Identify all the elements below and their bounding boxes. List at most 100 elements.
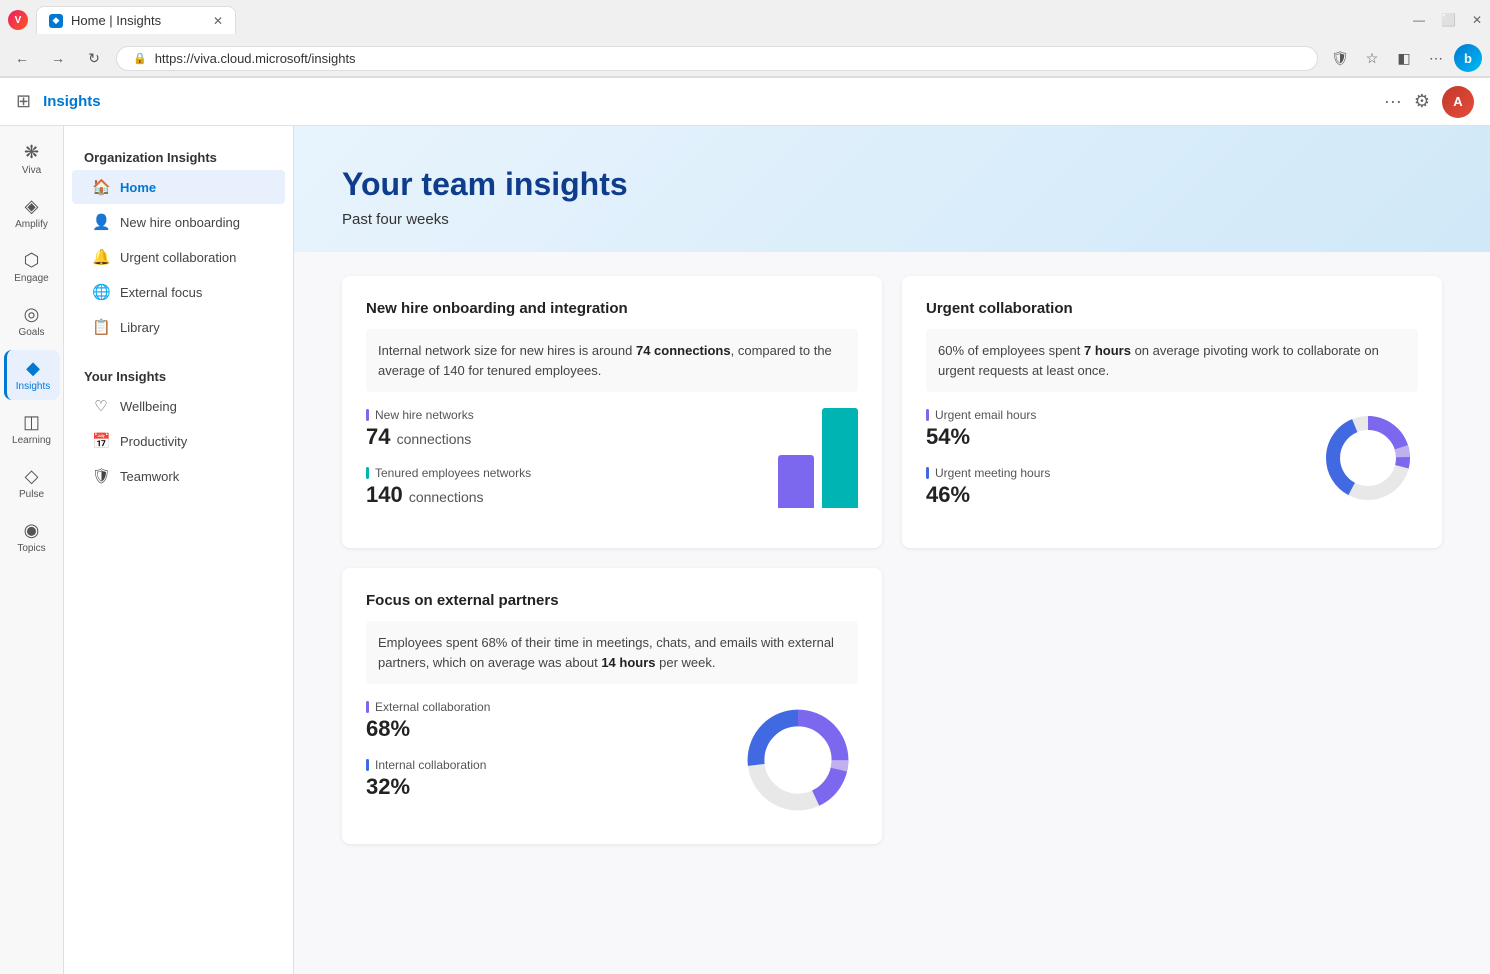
tab-close-btn[interactable]: ✕	[213, 14, 223, 28]
amplify-icon: ◈	[25, 196, 39, 217]
external-collab-label: External collaboration	[366, 700, 698, 714]
sidebar-item-wellbeing[interactable]: ♡ Wellbeing	[72, 389, 285, 423]
minimize-btn[interactable]: —	[1413, 13, 1425, 27]
urgent-collab-card: Urgent collaboration 60% of employees sp…	[902, 276, 1442, 548]
sidebar-divider	[64, 345, 293, 361]
new-hire-metric-1: New hire networks 74 connections	[366, 408, 738, 450]
app-header: ⊞ Insights ··· ⚙ A	[0, 78, 1490, 126]
teamwork-icon: 🛡	[92, 467, 110, 485]
external-focus-icon: 🌐	[92, 283, 110, 301]
sidebar-item-urgent-collab-label: Urgent collaboration	[120, 250, 236, 265]
pulse-label: Pulse	[19, 489, 44, 500]
rail-item-goals[interactable]: ◎ Goals	[4, 296, 60, 346]
sidebar: Organization Insights 🏠 Home 👤 New hire …	[64, 126, 294, 974]
wellbeing-icon: ♡	[92, 397, 110, 415]
urgent-email-metric: Urgent email hours 54%	[926, 408, 1278, 450]
browser-titlebar: V ◆ Home | Insights ✕ — ⬜ ✕	[0, 0, 1490, 40]
new-hire-metric-1-value: 74 connections	[366, 424, 738, 450]
sidebar-item-wellbeing-label: Wellbeing	[120, 399, 177, 414]
sidebar-item-library-label: Library	[120, 320, 160, 335]
sidebar-item-teamwork-label: Teamwork	[120, 469, 179, 484]
sidebar-item-productivity-label: Productivity	[120, 434, 187, 449]
sidebar-item-home[interactable]: 🏠 Home	[72, 170, 285, 204]
urgent-collab-card-metrics: Urgent email hours 54% Urgent meeting ho…	[926, 408, 1418, 524]
rail-item-engage[interactable]: ⬡ Engage	[4, 242, 60, 292]
header-right-actions: ··· ⚙ A	[1384, 86, 1474, 118]
external-partners-donut-svg	[738, 700, 858, 820]
sidebar-item-external-focus[interactable]: 🌐 External focus	[72, 275, 285, 309]
close-window-btn[interactable]: ✕	[1472, 13, 1482, 27]
amplify-label: Amplify	[15, 219, 48, 230]
shield-icon[interactable]: 🛡	[1326, 44, 1354, 72]
sidebar-item-productivity[interactable]: 📅 Productivity	[72, 424, 285, 458]
more-icon[interactable]: ⋯	[1422, 44, 1450, 72]
icon-rail: ❋ Viva ◈ Amplify ⬡ Engage ◎ Goals ◆ Insi…	[0, 126, 64, 974]
external-collab-value: 68%	[366, 716, 698, 742]
back-button[interactable]: ←	[8, 44, 36, 72]
header-more-btn[interactable]: ···	[1384, 91, 1402, 112]
window-controls: — ⬜ ✕	[1413, 13, 1482, 27]
learning-icon: ◫	[23, 412, 40, 433]
rail-item-pulse[interactable]: ◇ Pulse	[4, 458, 60, 508]
rail-item-learning[interactable]: ◫ Learning	[4, 404, 60, 454]
new-hire-bar-chart	[778, 408, 858, 508]
external-collab-metric: External collaboration 68%	[366, 700, 698, 742]
collections-icon[interactable]: ◧	[1390, 44, 1418, 72]
sidebar-item-urgent-collab[interactable]: 🔔 Urgent collaboration	[72, 240, 285, 274]
sidebar-item-new-hire[interactable]: 👤 New hire onboarding	[72, 205, 285, 239]
sidebar-item-library[interactable]: 📋 Library	[72, 310, 285, 344]
tenured-color-bar	[366, 467, 369, 479]
rail-item-insights[interactable]: ◆ Insights	[4, 350, 60, 400]
new-hire-metric-2-value: 140 connections	[366, 482, 738, 508]
star-icon[interactable]: ☆	[1358, 44, 1386, 72]
your-section-title: Your Insights	[64, 361, 293, 388]
sidebar-item-teamwork[interactable]: 🛡 Teamwork	[72, 459, 285, 493]
bing-button[interactable]: b	[1454, 44, 1482, 72]
browser-app-icon: V	[8, 10, 28, 30]
browser-toolbar-icons: 🛡 ☆ ◧ ⋯ b	[1326, 44, 1482, 72]
tab-title: Home | Insights	[71, 13, 161, 28]
cards-grid: New hire onboarding and integration Inte…	[342, 276, 1442, 844]
main-header: Your team insights Past four weeks	[294, 126, 1490, 252]
internal-collab-value: 32%	[366, 774, 698, 800]
maximize-btn[interactable]: ⬜	[1441, 13, 1456, 27]
main-content: Your team insights Past four weeks New h…	[294, 126, 1490, 974]
address-bar[interactable]: 🔒 https://viva.cloud.microsoft/insights	[116, 46, 1318, 71]
rail-item-viva[interactable]: ❋ Viva	[4, 134, 60, 184]
goals-icon: ◎	[24, 304, 40, 325]
new-hire-card-description: Internal network size for new hires is a…	[366, 329, 858, 392]
urgent-meeting-value: 46%	[926, 482, 1278, 508]
urgent-collab-card-title: Urgent collaboration	[926, 300, 1418, 317]
tab-favicon: ◆	[49, 14, 63, 28]
new-hire-metric-2: Tenured employees networks 140 connectio…	[366, 466, 738, 508]
new-hire-card-metrics: New hire networks 74 connections Tenured…	[366, 408, 858, 524]
topics-icon: ◉	[24, 520, 40, 541]
main-body: New hire onboarding and integration Inte…	[294, 252, 1490, 868]
urgent-collab-metric-list: Urgent email hours 54% Urgent meeting ho…	[926, 408, 1278, 524]
app-shell: ❋ Viva ◈ Amplify ⬡ Engage ◎ Goals ◆ Insi…	[0, 126, 1490, 974]
learning-label: Learning	[12, 435, 51, 446]
settings-btn[interactable]: ⚙	[1414, 91, 1430, 112]
refresh-button[interactable]: ↻	[80, 44, 108, 72]
goals-label: Goals	[18, 327, 44, 338]
urgent-meeting-color-bar	[926, 467, 929, 479]
user-avatar[interactable]: A	[1442, 86, 1474, 118]
rail-item-amplify[interactable]: ◈ Amplify	[4, 188, 60, 238]
new-hire-icon: 👤	[92, 213, 110, 231]
app-title: Insights	[43, 93, 101, 110]
bar-tenured	[822, 408, 858, 508]
external-collab-color-bar	[366, 701, 369, 713]
new-hire-metric-list: New hire networks 74 connections Tenured…	[366, 408, 738, 524]
productivity-icon: 📅	[92, 432, 110, 450]
new-hire-metric-1-label: New hire networks	[366, 408, 738, 422]
topics-label: Topics	[17, 543, 45, 554]
rail-item-topics[interactable]: ◉ Topics	[4, 512, 60, 562]
grid-icon[interactable]: ⊞	[16, 91, 31, 112]
browser-nav-bar: ← → ↻ 🔒 https://viva.cloud.microsoft/ins…	[0, 40, 1490, 77]
external-partners-metric-list: External collaboration 68% Internal coll…	[366, 700, 698, 816]
forward-button[interactable]: →	[44, 44, 72, 72]
browser-tab[interactable]: ◆ Home | Insights ✕	[36, 6, 236, 34]
urgent-collab-card-description: 60% of employees spent 7 hours on averag…	[926, 329, 1418, 392]
home-icon: 🏠	[92, 178, 110, 196]
viva-icon: ❋	[24, 142, 39, 163]
